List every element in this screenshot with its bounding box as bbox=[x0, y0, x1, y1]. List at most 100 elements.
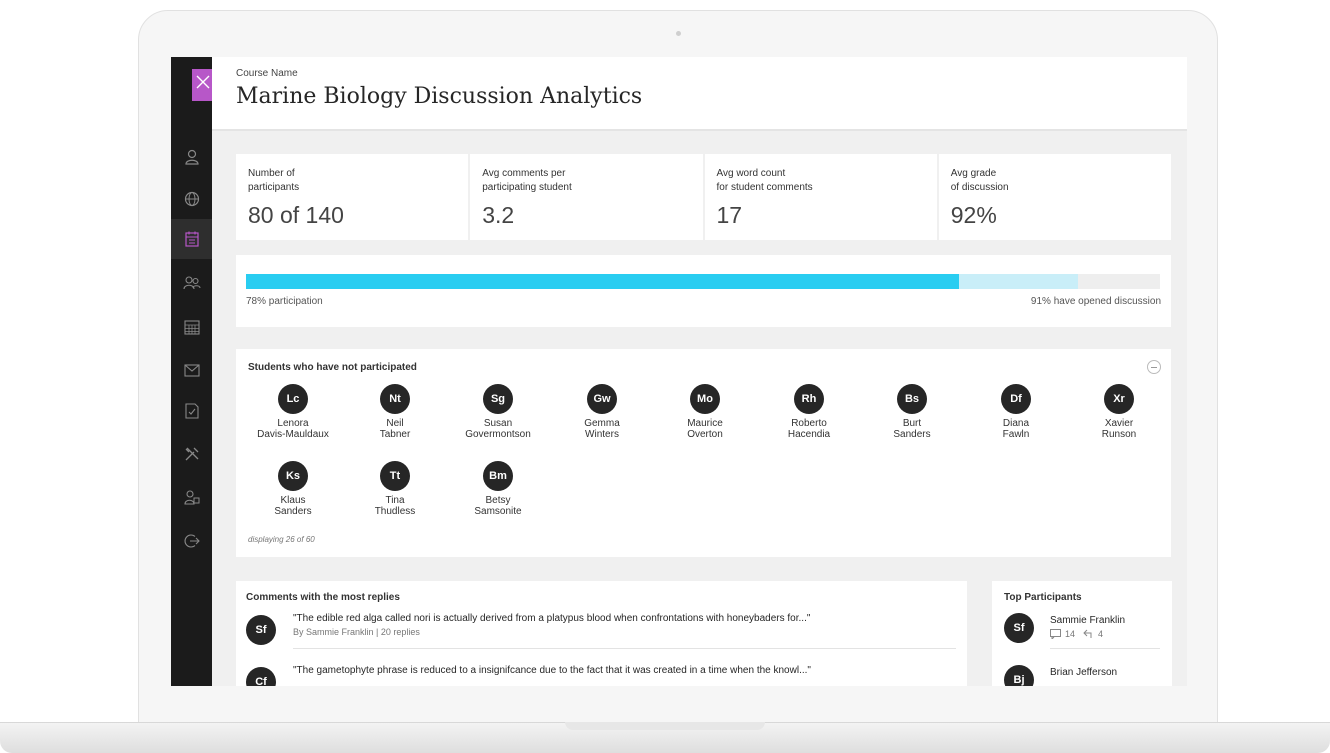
tools-icon bbox=[185, 447, 198, 461]
participation-card: 78% participation 91% have opened discus… bbox=[236, 255, 1171, 327]
avatar: Xr bbox=[1104, 384, 1134, 414]
student-name: Klaus Sanders bbox=[274, 495, 312, 517]
student-item[interactable]: Rh Roberto Hacendia bbox=[757, 384, 861, 440]
student-item[interactable]: Bm Betsy Samsonite bbox=[446, 461, 550, 517]
student-item[interactable]: Nt Neil Tabner bbox=[343, 384, 447, 440]
student-item[interactable]: Sg Susan Govermontson bbox=[446, 384, 550, 440]
avatar: Sf bbox=[246, 615, 276, 645]
calendar-icon bbox=[184, 231, 199, 247]
stat-avg-word-count: Avg word count for student comments 17 bbox=[704, 154, 937, 240]
avatar: Bm bbox=[483, 461, 513, 491]
stat-value: 3.2 bbox=[482, 202, 515, 228]
student-item[interactable]: Tt Tina Thudless bbox=[343, 461, 447, 517]
comment-text: "The edible red alga called nori is actu… bbox=[293, 613, 811, 624]
logout-icon bbox=[183, 534, 200, 548]
avatar: Gw bbox=[587, 384, 617, 414]
sidebar-item-profile[interactable] bbox=[171, 137, 212, 177]
student-item[interactable]: Xr Xavier Runson bbox=[1067, 384, 1171, 440]
student-item[interactable]: Ks Klaus Sanders bbox=[241, 461, 345, 517]
divider bbox=[1050, 648, 1160, 649]
app-screen: Course Name Marine Biology Discussion An… bbox=[171, 57, 1187, 686]
student-name: Burt Sanders bbox=[893, 418, 931, 440]
sidebar-item-grades[interactable] bbox=[171, 391, 212, 431]
laptop-notch bbox=[565, 722, 765, 730]
comment-meta: By Sammie Franklin | 20 replies bbox=[293, 627, 420, 637]
student-item[interactable]: Mo Maurice Overton bbox=[653, 384, 757, 440]
avatar: Df bbox=[1001, 384, 1031, 414]
reply-count: 4 bbox=[1098, 629, 1104, 639]
stat-label: Avg comments per participating student bbox=[482, 168, 572, 193]
participant-name: Brian Jefferson bbox=[1050, 667, 1118, 678]
student-name: Neil Tabner bbox=[379, 418, 411, 440]
comment-text: "The gametophyte phrase is reduced to a … bbox=[293, 665, 811, 676]
mail-icon bbox=[183, 363, 200, 377]
page-header: Course Name Marine Biology Discussion An… bbox=[212, 57, 1187, 131]
stat-value: 92% bbox=[950, 202, 997, 228]
avatar: Rh bbox=[794, 384, 824, 414]
stat-label: Number of participants bbox=[248, 168, 300, 193]
sidebar bbox=[171, 57, 214, 686]
comment-item[interactable]: Sf "The edible red alga called nori is a… bbox=[246, 613, 956, 659]
lock-icon bbox=[183, 490, 199, 505]
sidebar-item-courses[interactable] bbox=[171, 219, 212, 259]
avatar: Cf bbox=[246, 667, 276, 686]
student-name: Gemma Winters bbox=[584, 418, 620, 440]
course-name-label: Course Name bbox=[236, 68, 298, 79]
page-title: Marine Biology Discussion Analytics bbox=[236, 84, 643, 109]
collapse-icon[interactable] bbox=[1147, 360, 1161, 374]
participant-item[interactable]: Bj Brian Jefferson bbox=[1004, 665, 1164, 686]
grid-calendar-icon bbox=[183, 320, 200, 335]
sidebar-item-security[interactable] bbox=[171, 477, 212, 517]
avatar: Sf bbox=[1004, 613, 1034, 643]
grades-icon bbox=[184, 403, 199, 419]
student-item[interactable]: Bs Burt Sanders bbox=[860, 384, 964, 440]
student-name: Tina Thudless bbox=[374, 495, 416, 517]
stat-avg-grade: Avg grade of discussion 92% bbox=[938, 154, 1171, 240]
participation-bar-fill bbox=[246, 274, 959, 289]
avatar: Sg bbox=[483, 384, 513, 414]
participant-item[interactable]: Sf Sammie Franklin 14 4 bbox=[1004, 613, 1164, 663]
student-item[interactable]: Lc Lenora Davis-Mauldaux bbox=[241, 384, 345, 440]
camera bbox=[676, 31, 681, 36]
stat-value: 80 of 140 bbox=[248, 202, 344, 228]
avatar: Bs bbox=[897, 384, 927, 414]
student-item[interactable]: Df Diana Fawln bbox=[964, 384, 1068, 440]
sidebar-item-signout[interactable] bbox=[171, 521, 212, 561]
sidebar-item-institution[interactable] bbox=[171, 179, 212, 219]
student-name: Lenora Davis-Mauldaux bbox=[257, 418, 329, 440]
avatar: Lc bbox=[278, 384, 308, 414]
section-title: Comments with the most replies bbox=[246, 592, 400, 603]
user-icon bbox=[184, 149, 199, 165]
opened-label: 91% have opened discussion bbox=[1030, 296, 1161, 307]
avatar: Nt bbox=[380, 384, 410, 414]
top-participants-card: Top Participants Sf Sammie Franklin 14 4… bbox=[992, 581, 1172, 686]
sidebar-item-organizations[interactable] bbox=[171, 263, 212, 303]
not-participated-card: Students who have not participated Lc Le… bbox=[236, 349, 1171, 557]
participant-stats: 14 4 bbox=[1050, 629, 1103, 639]
sidebar-item-calendar[interactable] bbox=[171, 307, 212, 347]
stat-label: Avg word count for student comments bbox=[716, 168, 813, 193]
section-title: Top Participants bbox=[1004, 592, 1082, 603]
stat-avg-comments: Avg comments per participating student 3… bbox=[470, 154, 703, 240]
people-icon bbox=[182, 276, 201, 290]
student-name: Diana Fawln bbox=[1002, 418, 1030, 440]
comment-item[interactable]: Cf "The gametophyte phrase is reduced to… bbox=[246, 665, 956, 686]
close-icon bbox=[196, 75, 210, 89]
stat-label: Avg grade of discussion bbox=[950, 168, 1009, 193]
student-name: Roberto Hacendia bbox=[787, 418, 831, 440]
section-title: Students who have not participated bbox=[248, 362, 417, 373]
participation-label: 78% participation bbox=[246, 296, 323, 307]
student-name: Maurice Overton bbox=[687, 418, 723, 440]
most-replies-card: Comments with the most replies Sf "The e… bbox=[236, 581, 967, 686]
student-name: Betsy Samsonite bbox=[474, 495, 522, 517]
student-item[interactable]: Gw Gemma Winters bbox=[550, 384, 654, 440]
comment-count: 14 bbox=[1065, 629, 1076, 639]
student-name: Xavier Runson bbox=[1101, 418, 1137, 440]
avatar: Bj bbox=[1004, 665, 1034, 686]
close-button[interactable] bbox=[192, 69, 214, 101]
sidebar-item-tools[interactable] bbox=[171, 434, 212, 474]
avatar: Ks bbox=[278, 461, 308, 491]
displaying-count: displaying 26 of 60 bbox=[248, 535, 315, 544]
sidebar-item-messages[interactable] bbox=[171, 350, 212, 390]
divider bbox=[293, 648, 956, 649]
